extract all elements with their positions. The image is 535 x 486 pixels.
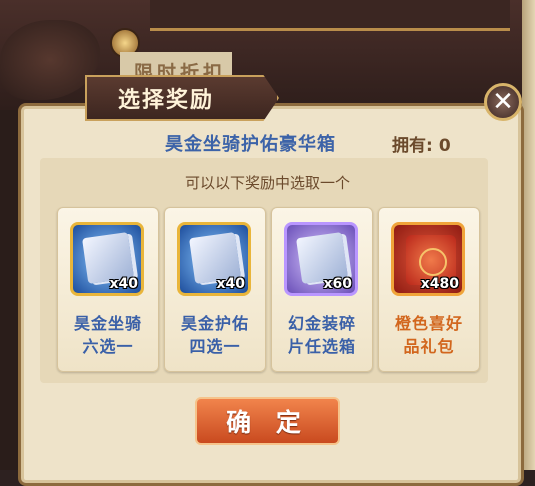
- reward-name: 幻金装碎 片任选箱: [272, 312, 372, 358]
- reward-quantity: x40: [216, 276, 245, 292]
- mount-card-icon: x40: [70, 222, 144, 296]
- close-icon: ✕: [492, 87, 514, 117]
- selection-hint: 可以以下奖励中选取一个: [184, 174, 350, 192]
- reward-name: 橙色喜好 品礼包: [379, 312, 479, 358]
- reward-name-line2: 品礼包: [403, 337, 455, 356]
- reward-card-gift-pack[interactable]: x480 橙色喜好 品礼包: [378, 207, 480, 372]
- reward-name-line1: 昊金护佑: [180, 314, 249, 333]
- reward-name-line2: 四选一: [189, 337, 241, 356]
- reward-card-mount[interactable]: x40 昊金坐骑 六选一: [57, 207, 159, 372]
- dialog-title: 选择奖励: [118, 88, 215, 113]
- reward-quantity: x40: [109, 276, 138, 292]
- guardian-card-icon: x40: [177, 222, 251, 296]
- reward-name-line1: 幻金装碎: [287, 314, 356, 333]
- close-button[interactable]: ✕: [484, 83, 522, 121]
- reward-quantity: x60: [323, 276, 352, 292]
- owned-value: 0: [438, 136, 451, 156]
- gift-pack-icon: x480: [391, 222, 465, 296]
- reward-quantity: x480: [420, 276, 459, 292]
- owned-count: 拥有: 0: [392, 131, 451, 156]
- reward-name-line1: 橙色喜好: [394, 314, 463, 333]
- reward-name: 昊金坐骑 六选一: [58, 312, 158, 358]
- reward-name-line1: 昊金坐骑: [73, 314, 142, 333]
- box-name: 昊金坐骑护佑豪华箱: [165, 134, 336, 155]
- reward-card-guardian[interactable]: x40 昊金护佑 四选一: [164, 207, 266, 372]
- confirm-button[interactable]: 确 定: [195, 397, 340, 445]
- background-banner: [150, 0, 510, 31]
- reward-card-shard-box[interactable]: x60 幻金装碎 片任选箱: [271, 207, 373, 372]
- reward-name: 昊金护佑 四选一: [165, 312, 265, 358]
- reward-name-line2: 六选一: [82, 337, 134, 356]
- reward-name-line2: 片任选箱: [287, 337, 356, 356]
- equipment-shard-icon: x60: [284, 222, 358, 296]
- owned-label: 拥有:: [392, 136, 433, 156]
